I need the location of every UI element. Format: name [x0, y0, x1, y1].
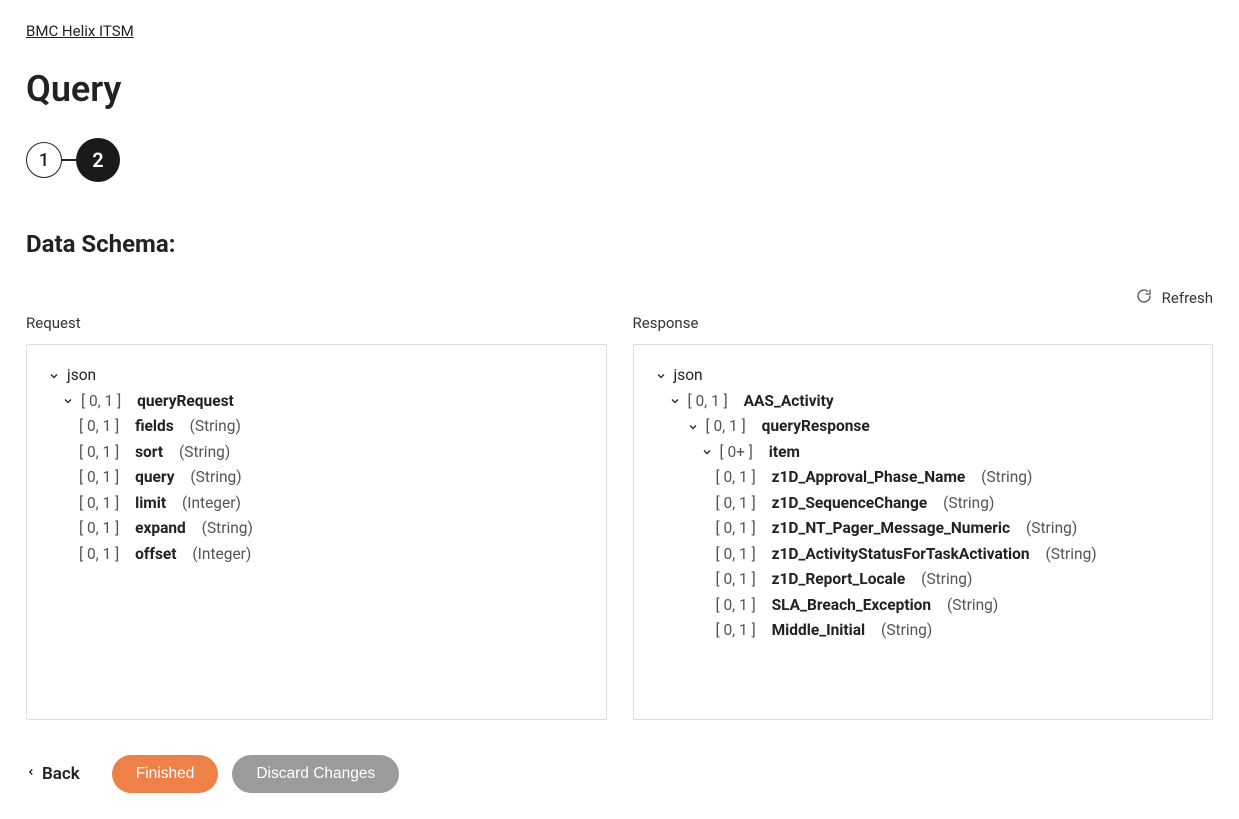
footer: Back Finished Discard Changes [26, 755, 399, 793]
cardinality: [ 0, 1 ] [706, 419, 746, 435]
field-name: z1D_NT_Pager_Message_Numeric [772, 521, 1011, 537]
cardinality: [ 0, 1 ] [79, 521, 119, 537]
tree-leaf-expand[interactable]: [ 0, 1 ] expand (String) [47, 516, 586, 542]
chevron-down-icon[interactable] [47, 369, 61, 383]
tree-node-queryRequest[interactable]: [ 0, 1 ] queryRequest [47, 389, 586, 415]
cardinality: [ 0, 1 ] [716, 521, 756, 537]
field-type: (String) [943, 496, 994, 512]
field-type: (String) [947, 598, 998, 614]
field-name: AAS_Activity [744, 394, 834, 410]
field-type: (String) [1045, 547, 1096, 563]
field-type: (String) [981, 470, 1032, 486]
tree-leaf-sort[interactable]: [ 0, 1 ] sort (String) [47, 440, 586, 466]
finished-button[interactable]: Finished [112, 755, 219, 793]
cardinality: [ 0, 1 ] [716, 623, 756, 639]
cardinality: [ 0, 1 ] [79, 419, 119, 435]
tree-leaf[interactable]: [ 0, 1 ] SLA_Breach_Exception (String) [654, 593, 1193, 619]
field-type: (String) [190, 419, 241, 435]
field-type: (String) [921, 572, 972, 588]
field-type: (Integer) [182, 496, 241, 512]
step-1[interactable]: 1 [26, 142, 62, 178]
field-name: z1D_Approval_Phase_Name [772, 470, 966, 486]
tree-node-item[interactable]: [ 0+ ] item [654, 440, 1193, 466]
field-name: sort [135, 445, 163, 461]
cardinality: [ 0, 1 ] [688, 394, 728, 410]
field-name: offset [135, 547, 176, 563]
chevron-down-icon[interactable] [61, 394, 75, 408]
refresh-label: Refresh [1162, 289, 1213, 307]
tree-leaf-offset[interactable]: [ 0, 1 ] offset (Integer) [47, 542, 586, 568]
stepper: 1 2 [26, 138, 1213, 182]
field-type: (String) [190, 470, 241, 486]
step-connector [62, 159, 76, 161]
tree-node-json[interactable]: json [654, 363, 1193, 389]
cardinality: [ 0+ ] [720, 445, 753, 461]
field-type: (String) [1026, 521, 1077, 537]
chevron-down-icon[interactable] [686, 420, 700, 434]
field-name: item [769, 445, 800, 461]
tree-node-aas-activity[interactable]: [ 0, 1 ] AAS_Activity [654, 389, 1193, 415]
tree-leaf[interactable]: [ 0, 1 ] Middle_Initial (String) [654, 618, 1193, 644]
chevron-down-icon[interactable] [654, 369, 668, 383]
tree-leaf[interactable]: [ 0, 1 ] z1D_NT_Pager_Message_Numeric (S… [654, 516, 1193, 542]
cardinality: [ 0, 1 ] [81, 394, 121, 410]
field-type: (Integer) [192, 547, 251, 563]
refresh-icon [1136, 288, 1152, 308]
field-name: Middle_Initial [772, 623, 866, 639]
tree-leaf[interactable]: [ 0, 1 ] z1D_Report_Locale (String) [654, 567, 1193, 593]
response-panel: json [ 0, 1 ] AAS_Activity [633, 344, 1214, 720]
field-name: z1D_SequenceChange [772, 496, 928, 512]
field-name: fields [135, 419, 174, 435]
breadcrumb: BMC Helix ITSM [26, 0, 1213, 40]
request-panel: json [ 0, 1 ] queryRequest [ 0, 1 ] f [26, 344, 607, 720]
chevron-left-icon [26, 764, 36, 784]
tree-node-queryResponse[interactable]: [ 0, 1 ] queryResponse [654, 414, 1193, 440]
discard-changes-button[interactable]: Discard Changes [232, 755, 399, 793]
cardinality: [ 0, 1 ] [79, 496, 119, 512]
back-button[interactable]: Back [26, 764, 80, 784]
tree-leaf-fields[interactable]: [ 0, 1 ] fields (String) [47, 414, 586, 440]
step-2[interactable]: 2 [76, 138, 120, 182]
chevron-down-icon[interactable] [668, 394, 682, 408]
field-name: z1D_Report_Locale [772, 572, 906, 588]
chevron-down-icon[interactable] [700, 445, 714, 459]
field-name: z1D_ActivityStatusForTaskActivation [772, 547, 1030, 563]
response-column: Response json [ 0, 1 ] [633, 314, 1214, 720]
request-column: Request json [ 0, 1 ] [26, 314, 607, 720]
field-name: SLA_Breach_Exception [772, 598, 932, 614]
tree-leaf[interactable]: [ 0, 1 ] z1D_Approval_Phase_Name (String… [654, 465, 1193, 491]
back-label: Back [42, 764, 80, 784]
field-type: (String) [202, 521, 253, 537]
field-name: queryRequest [137, 394, 234, 410]
request-label: Request [26, 314, 607, 332]
tree-node-label: json [674, 368, 703, 384]
cardinality: [ 0, 1 ] [79, 445, 119, 461]
field-name: query [135, 470, 174, 486]
tree-node-json[interactable]: json [47, 363, 586, 389]
page-title: Query [26, 68, 1213, 110]
refresh-button[interactable]: Refresh [26, 288, 1213, 308]
field-name: limit [135, 496, 166, 512]
cardinality: [ 0, 1 ] [716, 547, 756, 563]
tree-leaf[interactable]: [ 0, 1 ] z1D_SequenceChange (String) [654, 491, 1193, 517]
field-name: queryResponse [762, 419, 870, 435]
section-title: Data Schema: [26, 230, 1213, 258]
tree-leaf-query[interactable]: [ 0, 1 ] query (String) [47, 465, 586, 491]
cardinality: [ 0, 1 ] [79, 470, 119, 486]
cardinality: [ 0, 1 ] [716, 496, 756, 512]
field-type: (String) [881, 623, 932, 639]
tree-leaf-limit[interactable]: [ 0, 1 ] limit (Integer) [47, 491, 586, 517]
field-name: expand [135, 521, 186, 537]
tree-node-label: json [67, 368, 96, 384]
cardinality: [ 0, 1 ] [79, 547, 119, 563]
cardinality: [ 0, 1 ] [716, 598, 756, 614]
response-label: Response [633, 314, 1214, 332]
field-type: (String) [179, 445, 230, 461]
breadcrumb-link[interactable]: BMC Helix ITSM [26, 22, 134, 40]
tree-leaf[interactable]: [ 0, 1 ] z1D_ActivityStatusForTaskActiva… [654, 542, 1193, 568]
cardinality: [ 0, 1 ] [716, 470, 756, 486]
cardinality: [ 0, 1 ] [716, 572, 756, 588]
